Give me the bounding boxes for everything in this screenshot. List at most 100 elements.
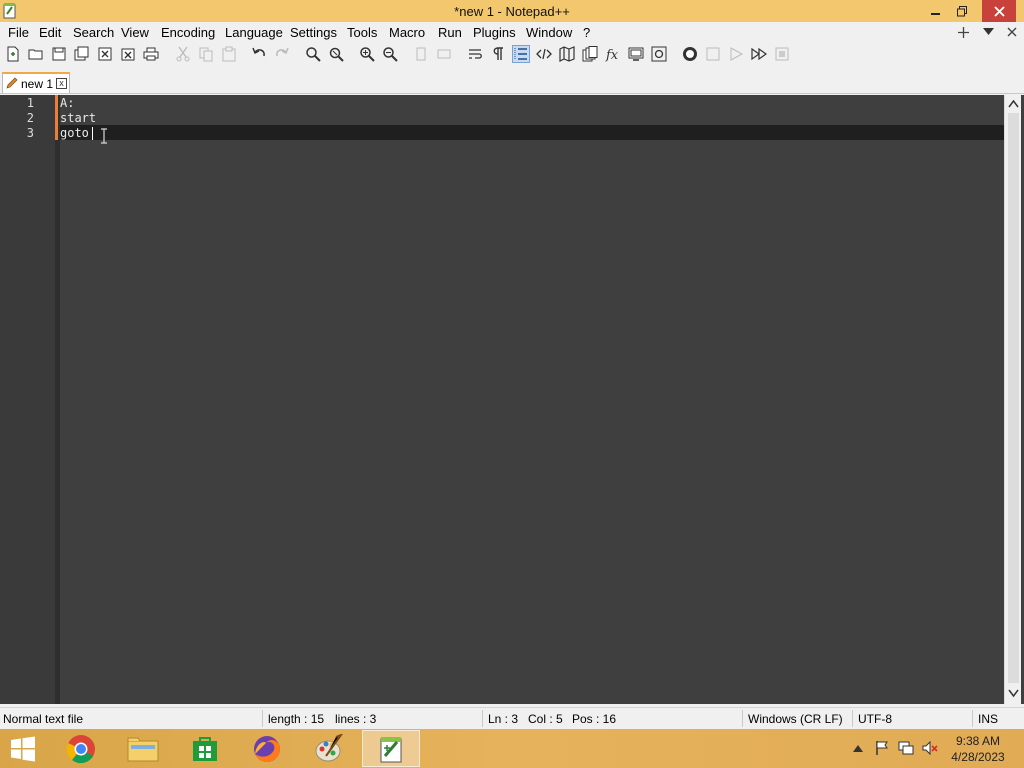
play-macro-icon	[730, 47, 744, 61]
menu-view[interactable]: View	[121, 25, 149, 40]
status-lines: lines : 3	[335, 712, 377, 726]
volume-muted-icon	[922, 740, 938, 756]
menu-plugins[interactable]: Plugins	[473, 25, 516, 40]
close-all-icon	[121, 48, 135, 61]
undo-icon	[252, 47, 265, 57]
document-map-button[interactable]	[558, 45, 576, 63]
status-insert-mode[interactable]: INS	[978, 712, 998, 726]
new-file-icon	[7, 46, 19, 62]
run-macro-multiple-button[interactable]	[750, 45, 768, 63]
network-tray[interactable]	[897, 739, 915, 757]
record-macro-icon	[683, 47, 697, 61]
fold-margin[interactable]	[55, 95, 60, 704]
open-file-button[interactable]	[27, 45, 45, 63]
menu-settings[interactable]: Settings	[290, 25, 337, 40]
menu-help[interactable]: ?	[583, 25, 590, 40]
menu-file[interactable]: File	[8, 25, 29, 40]
zoom-out-button[interactable]	[381, 45, 399, 63]
tab-new-1[interactable]: new 1 x	[2, 72, 70, 93]
menu-search[interactable]: Search	[73, 25, 114, 40]
status-divider	[742, 710, 743, 727]
action-center-tray[interactable]	[873, 739, 891, 757]
monitoring-button[interactable]	[650, 45, 668, 63]
cut-button[interactable]	[174, 45, 192, 63]
line-number: 2	[26, 111, 34, 125]
xml-tag-button[interactable]	[535, 45, 553, 63]
menu-window[interactable]: Window	[526, 25, 572, 40]
scroll-down-arrow-icon[interactable]	[1008, 688, 1019, 698]
taskbar-store[interactable]	[176, 730, 234, 767]
menu-edit[interactable]: Edit	[39, 25, 61, 40]
line-number: 1	[26, 96, 34, 110]
chevron-up-icon	[853, 744, 863, 752]
sync-vertical-button[interactable]	[412, 45, 430, 63]
vertical-scrollbar[interactable]	[1004, 95, 1021, 704]
show-all-chars-button[interactable]	[489, 45, 507, 63]
print-button[interactable]	[142, 45, 160, 63]
taskbar-notepad-plus-plus[interactable]	[362, 730, 420, 767]
close-button[interactable]	[982, 0, 1016, 22]
scroll-up-arrow-icon[interactable]	[1008, 99, 1019, 109]
redo-button[interactable]	[273, 45, 291, 63]
taskbar-firefox[interactable]	[238, 730, 296, 767]
restore-icon	[956, 5, 967, 16]
close-document-button[interactable]	[1004, 24, 1020, 40]
folder-workspace-button[interactable]	[627, 45, 645, 63]
copy-button[interactable]	[197, 45, 215, 63]
status-eol-format[interactable]: Windows (CR LF)	[748, 712, 843, 726]
line-number: 3	[26, 126, 34, 140]
menu-encoding[interactable]: Encoding	[161, 25, 215, 40]
taskbar-paint[interactable]	[300, 730, 358, 767]
word-wrap-button[interactable]	[466, 45, 484, 63]
function-list-button[interactable]: fx	[604, 45, 622, 63]
title-bar: *new 1 - Notepad++	[0, 0, 1024, 22]
find-button[interactable]	[304, 45, 322, 63]
clock-time[interactable]: 9:38 AM	[944, 734, 1012, 748]
paste-button[interactable]	[220, 45, 238, 63]
taskbar-chrome[interactable]	[52, 730, 110, 767]
menu-run[interactable]: Run	[438, 25, 462, 40]
new-file-button[interactable]	[4, 45, 22, 63]
code-line[interactable]: goto	[60, 126, 89, 141]
sync-horizontal-button[interactable]	[435, 45, 453, 63]
change-history-marker	[55, 95, 58, 140]
document-list-button[interactable]	[581, 45, 599, 63]
record-macro-button[interactable]	[681, 45, 699, 63]
taskbar-file-explorer[interactable]	[114, 730, 172, 767]
status-divider	[852, 710, 853, 727]
play-macro-button[interactable]	[727, 45, 745, 63]
status-encoding[interactable]: UTF-8	[858, 712, 892, 726]
close-file-button[interactable]	[96, 45, 114, 63]
undo-button[interactable]	[250, 45, 268, 63]
status-divider	[972, 710, 973, 727]
save-icon	[52, 47, 66, 61]
menu-tools[interactable]: Tools	[347, 25, 377, 40]
new-tab-button[interactable]	[955, 24, 971, 40]
close-all-button[interactable]	[119, 45, 137, 63]
menu-language[interactable]: Language	[225, 25, 283, 40]
xml-tag-icon	[536, 48, 552, 60]
tab-list-button[interactable]	[980, 24, 996, 40]
sync-horizontal-icon	[437, 49, 451, 59]
stop-recording-button[interactable]	[704, 45, 722, 63]
code-line[interactable]: start	[60, 111, 96, 126]
replace-button[interactable]	[327, 45, 345, 63]
show-hidden-icons-button[interactable]	[849, 739, 867, 757]
tab-close-button[interactable]: x	[56, 78, 67, 89]
clock-date[interactable]: 4/28/2023	[944, 750, 1012, 764]
zoom-in-button[interactable]	[358, 45, 376, 63]
text-caret	[92, 127, 93, 140]
editor-area[interactable]: 1 2 3 A: start goto	[0, 95, 1024, 704]
save-all-button[interactable]	[73, 45, 91, 63]
scrollbar-thumb[interactable]	[1008, 113, 1019, 683]
menu-macro[interactable]: Macro	[389, 25, 425, 40]
restore-button[interactable]	[946, 0, 978, 22]
volume-tray[interactable]	[921, 739, 939, 757]
redo-icon	[276, 47, 289, 57]
start-button[interactable]	[0, 730, 46, 767]
save-button[interactable]	[50, 45, 68, 63]
code-line[interactable]: A:	[60, 96, 74, 111]
indent-guide-button[interactable]	[512, 45, 530, 63]
line-number-gutter	[0, 95, 55, 704]
save-macro-button[interactable]	[773, 45, 791, 63]
